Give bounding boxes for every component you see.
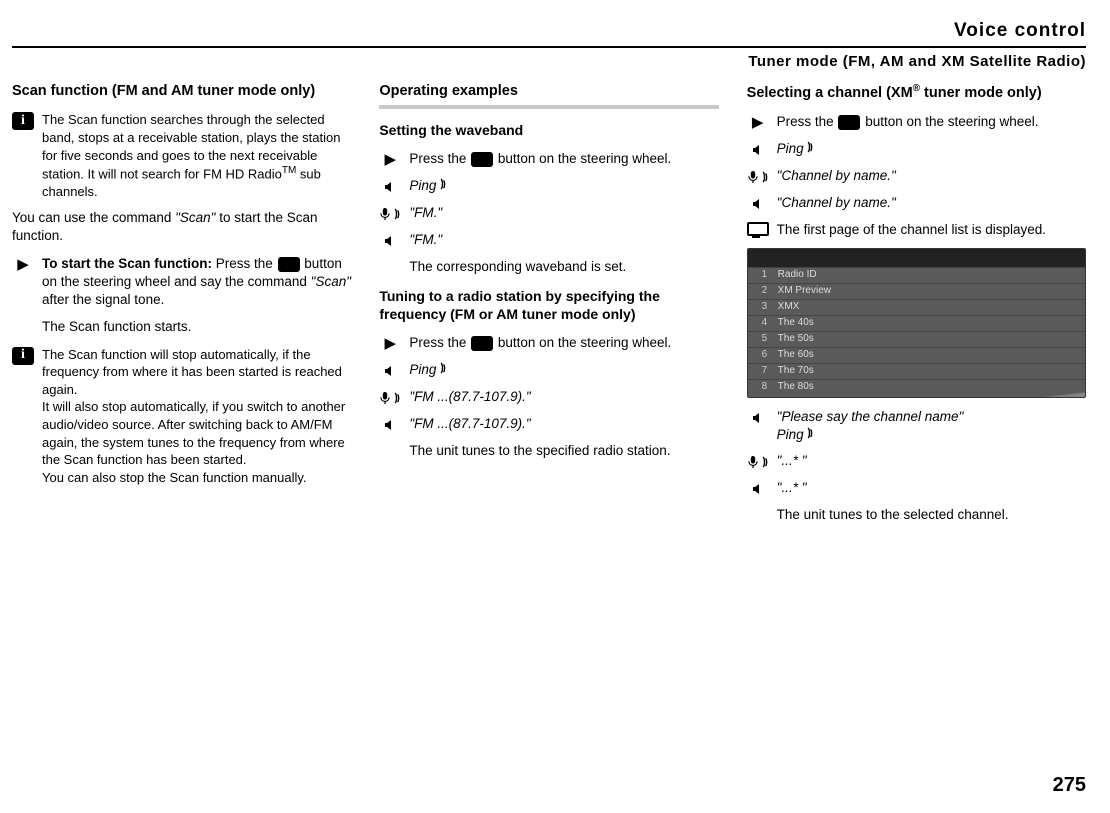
speak-icon <box>379 389 401 407</box>
list-item: 6The 60s <box>748 347 1085 363</box>
user-speech: "Channel by name." <box>777 167 1086 185</box>
voice-button-icon <box>471 336 493 351</box>
speaker-icon <box>747 480 769 498</box>
list-item: 3XMX <box>748 299 1085 315</box>
info-note: The Scan function searches through the s… <box>42 111 351 200</box>
result-text: The Scan function starts. <box>42 318 351 336</box>
body-text: You can use the command "Scan" to start … <box>12 209 351 245</box>
info-note: The Scan function will stop automaticall… <box>42 346 351 486</box>
subsection-heading: Setting the waveband <box>379 121 718 140</box>
step-text: Press the button on the steering wheel. <box>409 150 718 168</box>
step-icon: ▶ <box>379 335 401 353</box>
step-icon: ▶ <box>747 114 769 132</box>
speak-icon <box>747 168 769 186</box>
speaker-icon <box>379 362 401 380</box>
result-text: The corresponding waveband is set. <box>409 258 718 276</box>
column-1: Scan function (FM and AM tuner mode only… <box>12 82 351 534</box>
speak-icon <box>747 453 769 471</box>
step-text: Press the button on the steering wheel. <box>777 113 1086 131</box>
user-speech: "...* " <box>777 452 1086 470</box>
step-text: To start the Scan function: Press the bu… <box>42 255 351 310</box>
list-item: 1Radio ID <box>748 267 1085 283</box>
page-subtitle: Tuner mode (FM, AM and XM Satellite Radi… <box>12 52 1086 72</box>
audio-cue: Ping <box>409 361 718 379</box>
divider <box>12 46 1086 48</box>
info-icon: i <box>12 347 34 365</box>
column-2: Operating examples Setting the waveband … <box>379 82 718 534</box>
section-heading: Selecting a channel (XM® tuner mode only… <box>747 82 1086 103</box>
voice-button-icon <box>278 257 300 272</box>
speaker-icon <box>747 409 769 427</box>
audio-cue: Ping <box>777 140 1086 158</box>
speak-icon <box>379 205 401 223</box>
section-heading: Operating examples <box>379 82 718 110</box>
page-number: 275 <box>1053 772 1086 799</box>
system-speech: "FM ...(87.7-107.9)." <box>409 415 718 433</box>
step-icon: ▶ <box>379 151 401 169</box>
system-speech: "...* " <box>777 479 1086 497</box>
display-icon <box>747 222 769 236</box>
list-item: 2XM Preview <box>748 283 1085 299</box>
step-icon: ▶ <box>12 256 34 274</box>
list-item: 4The 40s <box>748 315 1085 331</box>
speaker-icon <box>747 195 769 213</box>
audio-cue: Ping <box>409 177 718 195</box>
result-text: The unit tunes to the selected channel. <box>777 506 1086 524</box>
speaker-icon <box>379 178 401 196</box>
voice-button-icon <box>471 152 493 167</box>
step-text: Press the button on the steering wheel. <box>409 334 718 352</box>
page-title: Voice control <box>12 18 1086 44</box>
system-speech: "Please say the channel name" Ping <box>777 408 1086 444</box>
system-speech: "Channel by name." <box>777 194 1086 212</box>
section-heading: Scan function (FM and AM tuner mode only… <box>12 82 351 102</box>
speaker-icon <box>379 416 401 434</box>
list-item: 5The 50s <box>748 331 1085 347</box>
channel-list-screenshot: 1Radio ID2XM Preview3XMX4The 40s5The 50s… <box>747 248 1086 398</box>
display-text: The first page of the channel list is di… <box>777 221 1086 239</box>
list-item: 8The 80s <box>748 379 1085 395</box>
user-speech: "FM." <box>409 204 718 222</box>
info-icon: i <box>12 112 34 130</box>
speaker-icon <box>379 232 401 250</box>
speaker-icon <box>747 141 769 159</box>
subsection-heading: Tuning to a radio station by specifying … <box>379 287 718 325</box>
voice-button-icon <box>838 115 860 130</box>
user-speech: "FM ...(87.7-107.9)." <box>409 388 718 406</box>
system-speech: "FM." <box>409 231 718 249</box>
column-3: Selecting a channel (XM® tuner mode only… <box>747 82 1086 534</box>
list-item: 7The 70s <box>748 363 1085 379</box>
result-text: The unit tunes to the specified radio st… <box>409 442 718 460</box>
